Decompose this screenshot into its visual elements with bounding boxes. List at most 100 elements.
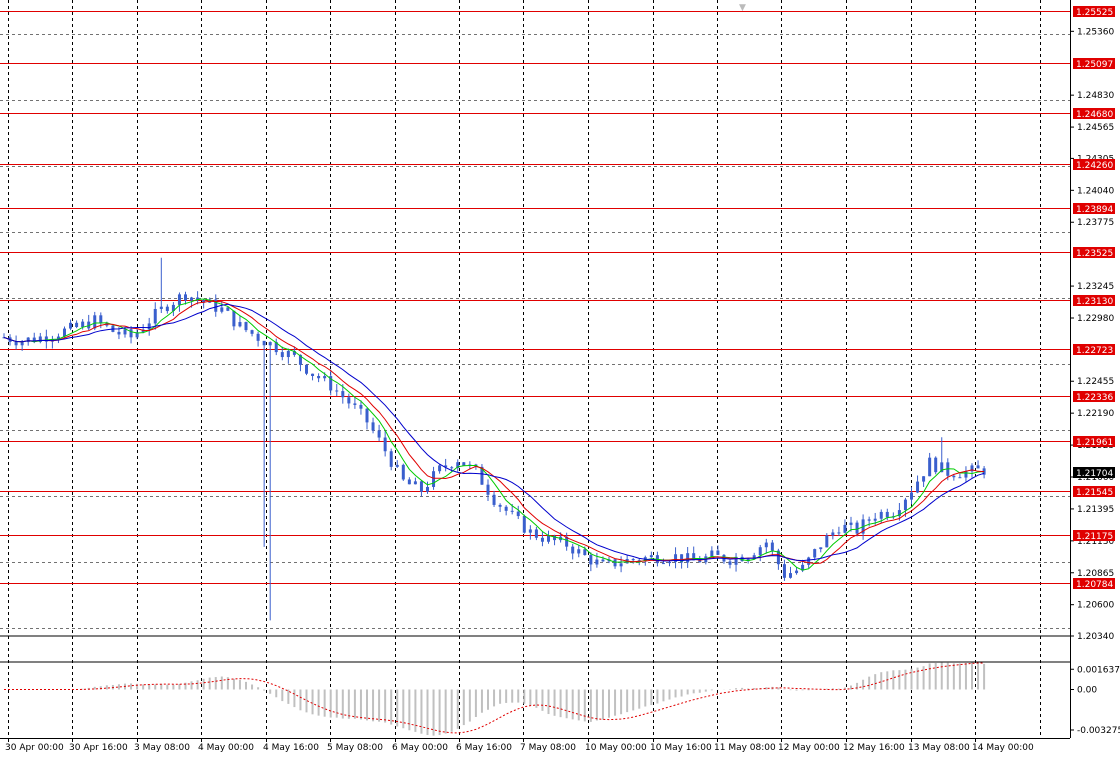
price-bar-body: [371, 422, 375, 431]
price-bar-body: [819, 547, 823, 550]
price-bar-body: [964, 471, 968, 478]
price-bar-body: [849, 522, 853, 525]
price-bar-body: [928, 457, 932, 477]
price-bar-body: [280, 352, 284, 358]
price-bar-body: [516, 511, 520, 517]
price-bar-body: [547, 535, 550, 542]
price-bar-body: [661, 563, 665, 565]
time-tick-label: 14 May 00:00: [972, 743, 1034, 753]
level-price-label: 1.23130: [1076, 297, 1113, 307]
price-bar-body: [934, 457, 938, 473]
price-bar-body: [341, 391, 345, 398]
price-tick-label: 1.22980: [1077, 314, 1114, 324]
price-bar-body: [347, 397, 351, 404]
price-bar-body: [432, 471, 436, 487]
oscillator-tick-label: -0.003275: [1077, 726, 1120, 736]
price-bar-body: [843, 524, 847, 533]
price-bar-body: [250, 330, 254, 334]
price-bar-body: [534, 529, 538, 538]
time-tick-label: 6 May 16:00: [456, 743, 512, 753]
price-tick-label: 1.25360: [1077, 27, 1114, 37]
price-bar-body: [885, 511, 889, 518]
price-bar-body: [226, 307, 230, 311]
price-bar-body: [795, 570, 799, 574]
price-bar-body: [383, 437, 387, 452]
level-price-label: 1.25097: [1076, 60, 1113, 70]
price-tick-label: 1.22190: [1077, 409, 1114, 419]
price-bar-body: [190, 297, 194, 301]
price-bar-body: [311, 373, 315, 377]
current-price-label: 1.21704: [1076, 469, 1113, 479]
price-bar-body: [613, 559, 617, 567]
price-bar-body: [498, 504, 502, 507]
time-tick-label: 5 May 08:00: [327, 743, 383, 753]
price-bar-body: [14, 341, 18, 346]
price-bar-body: [589, 555, 593, 565]
price-bar-body: [510, 510, 514, 512]
chart-container[interactable]: 1.253601.248301.245651.243051.240401.237…: [0, 0, 1120, 758]
price-bar-body: [395, 464, 399, 467]
price-bar-body: [571, 546, 575, 554]
price-bar-body: [631, 559, 635, 561]
price-bar-body: [528, 529, 532, 533]
price-bar-body: [317, 376, 321, 379]
time-tick-label: 7 May 08:00: [520, 743, 576, 753]
price-bar-body: [365, 408, 369, 423]
price-bar-body: [268, 342, 272, 346]
price-bar-body: [649, 555, 653, 558]
price-bar-body: [238, 322, 242, 327]
price-bar-body: [601, 559, 605, 562]
price-tick-label: 1.24040: [1077, 186, 1114, 196]
price-bar-body: [165, 306, 169, 312]
price-bar-body: [540, 537, 544, 542]
price-bar-body: [69, 322, 73, 329]
price-bar-body: [244, 322, 248, 331]
price-tick-label: 1.23245: [1077, 282, 1114, 292]
price-bar-body: [147, 323, 151, 330]
price-chart[interactable]: 1.253601.248301.245651.243051.240401.237…: [0, 0, 1120, 758]
price-bar-body: [486, 484, 490, 495]
price-bar-body: [232, 310, 236, 327]
price-bar-body: [335, 390, 339, 392]
price-bar-body: [63, 328, 66, 337]
price-bar-body: [583, 549, 587, 556]
price-bar-body: [910, 492, 913, 500]
price-bar-body: [903, 499, 907, 511]
price-bar-body: [492, 494, 496, 505]
shift-marker-icon[interactable]: ▼: [739, 3, 746, 13]
time-tick-label: 13 May 08:00: [908, 743, 970, 753]
price-tick-label: 1.24830: [1077, 91, 1114, 101]
price-bar-body: [831, 532, 835, 536]
price-bar-body: [577, 549, 581, 554]
level-price-label: 1.21961: [1076, 438, 1113, 448]
price-bar-body: [764, 542, 768, 548]
price-bar-body: [353, 403, 357, 405]
price-bar-body: [825, 535, 829, 548]
level-price-label: 1.22336: [1076, 393, 1113, 403]
price-bar-body: [419, 481, 423, 492]
price-tick-label: 1.24565: [1077, 123, 1114, 133]
price-bar-body: [855, 522, 859, 534]
price-bar-body: [922, 476, 926, 482]
price-bar-body: [813, 549, 817, 558]
price-bar-body: [595, 559, 599, 565]
time-tick-label: 30 Apr 16:00: [69, 743, 128, 753]
price-bar-body: [758, 547, 762, 556]
price-bar-body: [698, 560, 702, 563]
time-tick-label: 30 Apr 00:00: [5, 743, 64, 753]
price-bar-body: [438, 465, 442, 472]
price-bar-body: [93, 315, 97, 329]
price-bar-body: [462, 462, 466, 466]
price-bar-body: [782, 564, 786, 578]
price-bar-body: [450, 467, 454, 469]
price-bar-body: [789, 573, 792, 578]
price-bar-body: [184, 294, 187, 301]
level-price-label: 1.25525: [1076, 8, 1113, 18]
price-bar-body: [256, 333, 260, 341]
price-tick-label: 1.23775: [1077, 218, 1114, 228]
price-bar-body: [20, 342, 24, 346]
price-bar-body: [686, 553, 690, 563]
price-bar-body: [807, 557, 811, 565]
price-tick-label: 1.20340: [1077, 632, 1114, 642]
time-tick-label: 4 May 16:00: [263, 743, 319, 753]
